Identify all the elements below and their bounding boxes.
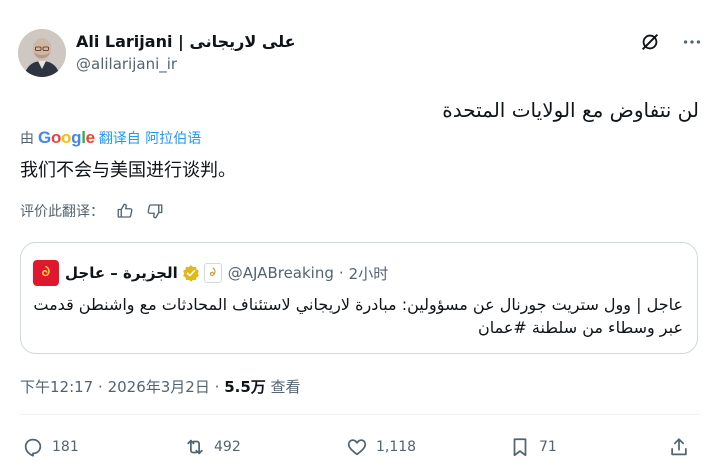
quoted-text-body: عاجل | وول ستريت جورنال عن مسؤولين: مباد… (33, 295, 683, 337)
thumbs-down-icon[interactable] (146, 202, 164, 220)
reply-icon (24, 438, 42, 457)
quoted-tweet-header: الجزيرة – عاجل @AJABreaking · 2小时 (33, 260, 685, 286)
author-handle[interactable]: @alilarijani_ir (76, 54, 296, 74)
author-name[interactable]: Ali Larijani | علی لاریجانی (76, 31, 296, 53)
quoted-author-name[interactable]: الجزيرة – عاجل (65, 264, 178, 282)
tweet-time[interactable]: 下午12:17 (20, 378, 93, 396)
reply-button[interactable]: 181 (22, 436, 79, 458)
tweet-header: Ali Larijani | علی لاریجانی @alilarijani… (18, 29, 703, 79)
tweet-text-translated: 我们不会与美国进行谈判。 (20, 160, 236, 181)
thumbs-up-icon[interactable] (116, 202, 134, 220)
rate-translation-label: 评价此翻译： (20, 204, 104, 220)
tweet-meta: 下午12:17 · 2026年3月2日 · 5.5万 查看 (20, 376, 301, 397)
bookmark-icon (513, 438, 527, 457)
quoted-author-handle[interactable]: @AJABreaking (228, 264, 334, 282)
like-button[interactable]: 1,118 (346, 436, 416, 458)
repost-count: 492 (214, 439, 241, 455)
grok-icon[interactable] (639, 31, 661, 53)
quoted-tweet[interactable]: الجزيرة – عاجل @AJABreaking · 2小时 عاجل |… (20, 242, 698, 354)
action-bar: 181 492 1,118 71 (22, 436, 694, 462)
view-label: 查看 (270, 378, 301, 396)
quoted-tweet-text: عاجل | وول ستريت جورنال عن مسؤولين: مباد… (33, 293, 683, 339)
quoted-avatar[interactable] (33, 260, 59, 286)
translation-attribution: 由 Google 翻译自 阿拉伯语 (20, 128, 201, 148)
repost-icon (187, 439, 203, 455)
quoted-separator: · (338, 264, 344, 282)
share-button[interactable] (668, 436, 698, 458)
tweet-date[interactable]: 2026年3月2日 (108, 378, 210, 396)
bookmark-count: 71 (539, 439, 557, 455)
google-logo: Google (38, 128, 95, 147)
view-count: 5.5万 (224, 378, 266, 396)
divider (20, 414, 701, 415)
repost-button[interactable]: 492 (184, 436, 241, 458)
meta-dot: · (98, 378, 103, 396)
quoted-hashtag[interactable]: #عمان (478, 318, 527, 337)
affiliate-badge-icon (203, 263, 222, 283)
share-icon (671, 438, 687, 456)
avatar[interactable] (18, 29, 66, 77)
reply-count: 181 (52, 439, 79, 455)
tweet-text-original: لن نتفاوض مع الولايات المتحدة (442, 98, 699, 122)
translated-from-link[interactable]: 翻译自 阿拉伯语 (99, 128, 201, 148)
rate-translation: 评价此翻译： (20, 201, 164, 221)
quoted-time[interactable]: 2小时 (349, 263, 389, 284)
bookmark-button[interactable]: 71 (509, 436, 557, 458)
translated-by-prefix: 由 (20, 131, 34, 147)
more-icon[interactable] (681, 31, 703, 53)
meta-dot: · (214, 378, 220, 396)
like-icon (347, 439, 367, 456)
verified-badge-icon (182, 264, 200, 282)
like-count: 1,118 (376, 439, 417, 455)
